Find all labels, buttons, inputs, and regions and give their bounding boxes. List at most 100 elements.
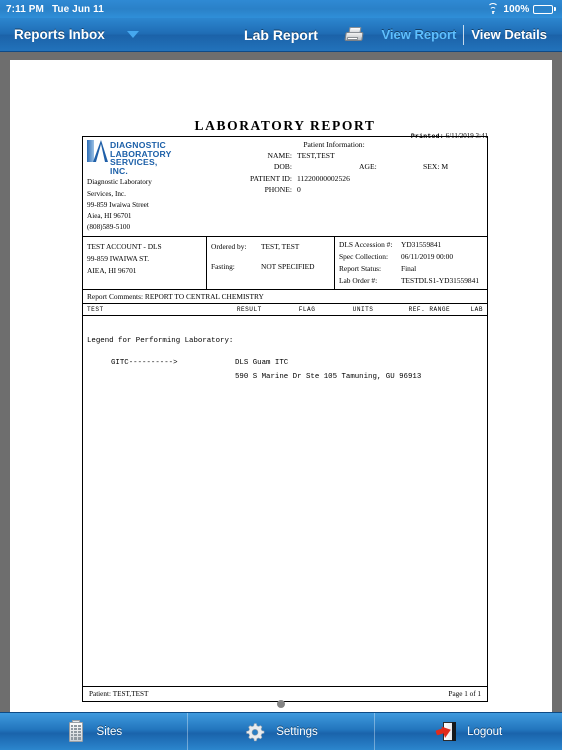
patient-id-row: PATIENT ID: 11220000002526 — [185, 173, 483, 184]
patient-age-label: AGE: — [359, 162, 377, 172]
reports-inbox-back-button[interactable]: Reports Inbox — [14, 27, 105, 42]
printed-timestamp: Printed: 6/11/2019 3:41 — [411, 132, 488, 140]
navbar-left-group: Reports Inbox — [0, 27, 139, 42]
legend-value-group: DLS Guam ITC 590 S Marine Dr Ste 105 Tam… — [235, 356, 483, 384]
patient-information-heading: Patient Information: — [303, 140, 365, 149]
column-header-units: UNITS — [352, 306, 374, 314]
document-footer: Patient: TEST,TEST Page 1 of 1 — [83, 686, 487, 701]
patient-sex-value: M — [441, 162, 449, 172]
dls-logo-text: DIAGNOSTIC LABORATORY SERVICES, INC. — [110, 140, 177, 175]
patient-dob-label: DOB: — [273, 162, 292, 172]
patient-information-block: Patient Information: NAME: TEST,TEST DOB… — [181, 137, 487, 236]
report-body-box: DIAGNOSTIC LABORATORY SERVICES, INC. Dia… — [82, 136, 488, 703]
legend-row: GITC----------> DLS Guam ITC 590 S Marin… — [87, 356, 483, 384]
tab-settings[interactable]: Settings — [188, 713, 376, 750]
battery-percent-label: 100% — [503, 3, 530, 15]
status-bar-time: 7:11 PM — [6, 3, 44, 15]
ordered-by-row: Ordered by: TEST, TEST — [211, 241, 330, 253]
patient-phone-value: 0 — [297, 185, 301, 195]
view-segmented-control: View Report View Details — [374, 24, 554, 45]
report-comments-row: Report Comments: REPORT TO CENTRAL CHEMI… — [83, 289, 487, 303]
patient-name-label: NAME: — [267, 151, 292, 160]
column-header-ref-range: REF. RANGE — [408, 306, 451, 314]
fasting-label: Fasting: — [211, 262, 235, 272]
legend-value-line-2: 590 S Marine Dr Ste 105 Tamuning, GU 969… — [235, 373, 422, 382]
lab-report-document: LABORATORY REPORT Printed: 6/11/2019 3:4… — [82, 118, 488, 703]
patient-phone-row: PHONE: 0 — [185, 184, 483, 195]
ordered-by-value: TEST, TEST — [261, 242, 300, 252]
bottom-tab-bar: Sites Settings Logout — [0, 712, 562, 750]
fasting-value: NOT SPECIFIED — [261, 262, 315, 272]
tab-view-report[interactable]: View Report — [374, 27, 463, 42]
tab-settings-label: Settings — [276, 725, 318, 738]
app-root: 7:11 PM Tue Jun 11 100% Reports Inbox La… — [0, 0, 562, 750]
patient-id-value: 11220000002526 — [297, 173, 350, 183]
patient-dob-row: DOB: AGE: SEX: M — [185, 161, 483, 172]
column-header-test: TEST — [87, 306, 104, 314]
page-indicator[interactable] — [10, 700, 552, 708]
account-line-2: 99-859 IWAIWA ST. — [87, 254, 150, 263]
tab-logout[interactable]: Logout — [375, 713, 562, 750]
patient-sex-field: SEX: M — [423, 161, 483, 172]
building-icon — [65, 719, 87, 744]
battery-full-icon — [533, 4, 556, 14]
accession-label: DLS Accession #: — [339, 240, 393, 250]
printer-icon[interactable] — [344, 26, 365, 44]
tab-sites-label: Sites — [96, 725, 123, 738]
report-comments-label: Report Comments: — [87, 292, 144, 302]
accession-value: YD31559841 — [401, 240, 442, 250]
document-viewport[interactable]: LABORATORY REPORT Printed: 6/11/2019 3:4… — [0, 52, 562, 712]
accession-block: DLS Accession #: YD31559841 Spec Collect… — [335, 237, 487, 289]
tab-view-details[interactable]: View Details — [464, 27, 554, 42]
report-status-label: Report Status: — [339, 264, 382, 274]
ordered-by-label: Ordered by: — [211, 242, 247, 252]
spec-collection-label: Spec Collection: — [339, 252, 389, 262]
wifi-icon — [487, 3, 499, 14]
report-header-row: DIAGNOSTIC LABORATORY SERVICES, INC. Dia… — [83, 137, 487, 236]
printed-label: Printed: — [410, 133, 444, 140]
tab-sites[interactable]: Sites — [0, 713, 188, 750]
column-header-result: RESULT — [236, 306, 262, 314]
tab-logout-label: Logout — [467, 725, 503, 738]
account-line-1: TEST ACCOUNT - DLS — [87, 242, 162, 252]
footer-patient-label: Patient: — [89, 690, 111, 699]
lab-address-line-4: (808)589-5100 — [87, 223, 131, 231]
patient-name-row: NAME: TEST,TEST — [185, 150, 483, 161]
results-body: Legend for Performing Laboratory: GITC--… — [83, 316, 487, 686]
legend-title: Legend for Performing Laboratory: — [87, 337, 234, 346]
legend-key: GITC----------> — [111, 359, 178, 368]
column-header-flag: FLAG — [298, 306, 316, 314]
logo-line-3: SERVICES, INC. — [110, 157, 158, 176]
lab-order-label: Lab Order #: — [339, 276, 378, 286]
ordering-spacer — [211, 253, 330, 261]
lab-address-line-2: 99-859 Iwaiwa Street — [87, 200, 149, 209]
report-status-value: Final — [401, 264, 417, 274]
report-status-row: Report Status: Final — [339, 263, 483, 275]
patient-dob-value-group: AGE: SEX: M — [297, 161, 483, 172]
ordering-block: Ordered by: TEST, TEST Fasting: NOT SPEC… — [207, 237, 335, 290]
footer-page-label: Page 1 of 1 — [448, 690, 481, 699]
page-indicator-dot[interactable] — [277, 700, 285, 708]
fasting-row: Fasting: NOT SPECIFIED — [211, 261, 330, 273]
chevron-down-icon[interactable] — [126, 31, 139, 38]
paper-page[interactable]: LABORATORY REPORT Printed: 6/11/2019 3:4… — [10, 60, 552, 712]
report-comments-value: REPORT TO CENTRAL CHEMISTRY — [144, 292, 264, 302]
patient-id-label: PATIENT ID: — [250, 173, 292, 183]
patient-sex-label: SEX: — [423, 162, 440, 172]
results-table-header: TEST RESULT FLAG UNITS REF. RANGE LAB — [83, 303, 487, 317]
navbar-right-group: View Report View Details — [344, 24, 562, 45]
lab-address-line-1: Diagnostic Laboratory Services, Inc. — [87, 178, 152, 198]
status-bar-right: 100% — [487, 3, 556, 15]
logout-door-icon — [435, 720, 457, 744]
lab-address-line-3: Aiea, HI 96701 — [87, 211, 132, 220]
spec-collection-value: 06/11/2019 00:00 — [401, 252, 454, 262]
status-bar: 7:11 PM Tue Jun 11 100% — [0, 0, 562, 18]
lab-order-value: TESTDLS1-YD31559841 — [401, 276, 480, 286]
account-line-3: AIEA, HI 96701 — [87, 265, 137, 275]
accession-row: DLS Accession #: YD31559841 — [339, 239, 483, 251]
account-block: TEST ACCOUNT - DLS 99-859 IWAIWA ST. AIE… — [83, 237, 207, 290]
navigation-bar: Reports Inbox Lab Report View Report Vie… — [0, 18, 562, 52]
patient-phone-label: PHONE: — [264, 185, 292, 195]
spec-collection-row: Spec Collection: 06/11/2019 00:00 — [339, 251, 483, 263]
footer-patient-value: TEST,TEST — [112, 690, 149, 699]
